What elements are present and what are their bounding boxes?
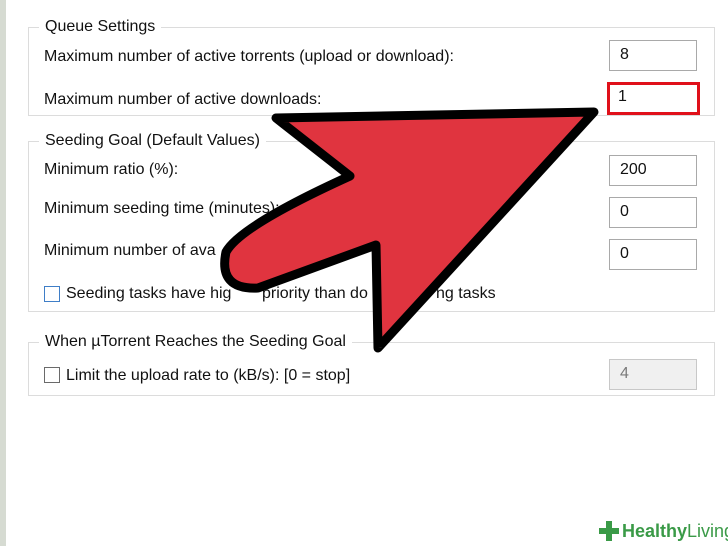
priority-checkbox[interactable] xyxy=(44,286,60,302)
limit-upload-label: Limit the upload rate to (kB/s): [0 = st… xyxy=(66,367,351,384)
priority-checkbox-label-b: priority than do xyxy=(262,285,368,302)
plus-icon xyxy=(599,521,619,541)
max-active-torrents-input[interactable]: 8 xyxy=(609,40,697,71)
priority-checkbox-label-c: ng tasks xyxy=(436,285,496,302)
watermark: HealthyLiving xyxy=(596,516,728,546)
max-active-downloads-label: Maximum number of active downloads: xyxy=(44,91,322,108)
limit-upload-checkbox[interactable] xyxy=(44,367,60,383)
reaches-goal-legend: When µTorrent Reaches the Seeding Goal xyxy=(39,331,352,353)
max-active-torrents-label: Maximum number of active torrents (uploa… xyxy=(44,48,454,65)
min-available-label: Minimum number of ava xyxy=(44,242,216,259)
watermark-text: HealthyLiving xyxy=(622,521,728,541)
min-ratio-label: Minimum ratio (%): xyxy=(44,161,179,178)
min-seeding-time-label: Minimum seeding time (minutes): xyxy=(44,200,280,217)
max-active-downloads-input[interactable]: 1 xyxy=(607,82,700,115)
min-ratio-input[interactable]: 200 xyxy=(609,155,697,186)
priority-checkbox-label-a: Seeding tasks have hig xyxy=(66,285,232,302)
min-available-input[interactable]: 0 xyxy=(609,239,697,270)
limit-upload-input[interactable]: 4 xyxy=(609,359,697,390)
settings-panel: Queue Settings Maximum number of active … xyxy=(0,0,728,546)
queue-settings-legend: Queue Settings xyxy=(39,16,162,38)
min-seeding-time-input[interactable]: 0 xyxy=(609,197,697,228)
seeding-goal-legend: Seeding Goal (Default Values) xyxy=(39,130,266,152)
